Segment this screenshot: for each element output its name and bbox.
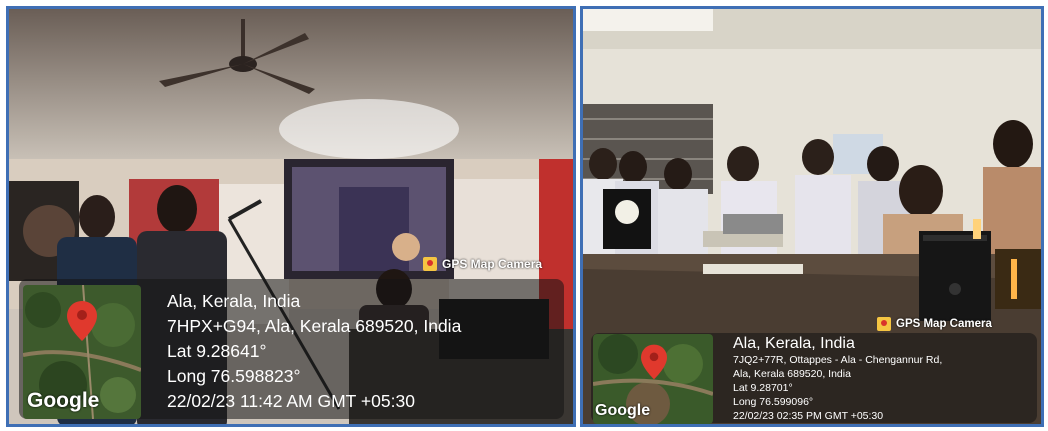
right-photo: GPS Map Camera Google Ala, Kerala, India… — [580, 6, 1044, 427]
gps-camera-icon — [423, 257, 437, 271]
map-pin-icon — [641, 344, 667, 380]
mini-map: Google — [23, 285, 141, 419]
place-name: Ala, Kerala, India — [733, 335, 855, 352]
gps-watermark: GPS Map Camera — [877, 317, 992, 331]
map-pin-icon — [67, 301, 97, 341]
address-line-2: Ala, Kerala 689520, India — [733, 368, 851, 380]
longitude: Long 76.598823° — [167, 366, 301, 386]
timestamp: 22/02/23 02:35 PM GMT +05:30 — [733, 410, 884, 422]
mini-map: Google — [593, 334, 713, 424]
gps-camera-icon — [877, 317, 891, 331]
gps-watermark: GPS Map Camera — [423, 257, 542, 271]
left-photo: GPS Map Camera Google Ala, Kerala, India… — [6, 6, 576, 427]
place-name: Ala, Kerala, India — [167, 291, 301, 311]
location-info: Ala, Kerala, India 7JQ2+77R, Ottappes - … — [733, 335, 942, 423]
google-logo: Google — [27, 389, 100, 412]
location-info: Ala, Kerala, India 7HPX+G94, Ala, Kerala… — [167, 289, 461, 414]
google-logo: Google — [595, 402, 651, 419]
latitude: Lat 9.28701° — [733, 382, 793, 394]
longitude: Long 76.599096° — [733, 396, 814, 408]
address: 7HPX+G94, Ala, Kerala 689520, India — [167, 316, 462, 336]
latitude: Lat 9.28641° — [167, 341, 267, 361]
timestamp: 22/02/23 11:42 AM GMT +05:30 — [167, 391, 415, 411]
address-line-1: 7JQ2+77R, Ottappes - Ala - Chengannur Rd… — [733, 354, 943, 366]
